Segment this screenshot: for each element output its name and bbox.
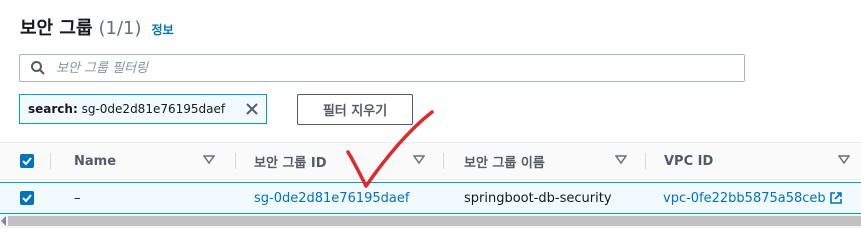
page-header: 보안 그룹 (1/1) 정보 [20,14,174,44]
column-header-vpc-id[interactable]: VPC ID [664,143,713,179]
sort-icon[interactable] [615,155,627,165]
page-title: 보안 그룹 [20,18,93,39]
scrollbar-thumb[interactable] [8,216,861,226]
select-all-checkbox[interactable] [20,154,34,168]
column-divider [645,153,646,169]
cell-vpc-id-link[interactable]: vpc-0fe22bb5875a58ceb [663,183,826,213]
checkmark-annotation-icon [346,110,434,188]
selection-count: (1/1) [98,18,142,39]
sort-icon[interactable] [203,155,215,165]
external-link-icon[interactable] [829,191,843,205]
search-icon [31,61,45,75]
filter-token-value: sg-0de2d81e76195daef [81,102,226,116]
column-divider [235,153,236,169]
close-icon[interactable] [244,101,260,117]
checkbox-icon [22,157,32,166]
filter-token-key: search: [28,102,78,116]
column-divider [50,153,51,169]
checkbox-icon [22,194,32,203]
info-link[interactable]: 정보 [152,21,174,38]
row-checkbox[interactable] [20,191,34,205]
search-input[interactable] [54,55,744,81]
column-header-group-name[interactable]: 보안 그룹 이름 [464,143,545,179]
sort-icon[interactable] [838,155,850,165]
column-header-name[interactable]: Name [74,143,116,179]
cell-group-name: springboot-db-security [464,190,612,206]
filter-token: search: sg-0de2d81e76195daef [19,94,267,124]
column-divider [443,153,444,169]
column-header-group-id[interactable]: 보안 그룹 ID [254,143,327,179]
cell-name: – [74,190,81,206]
scroll-left-arrow-icon[interactable] [1,216,6,226]
search-filter-box[interactable] [19,54,745,82]
